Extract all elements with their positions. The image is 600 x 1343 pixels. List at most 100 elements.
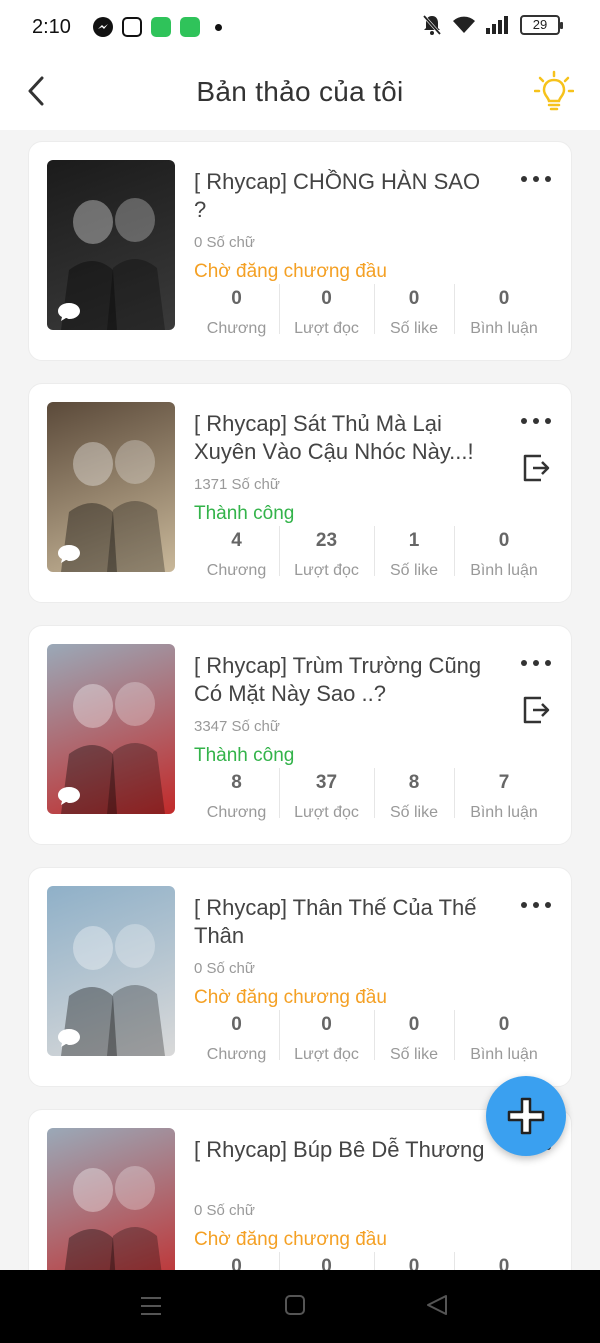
- stat-value: 1: [408, 530, 420, 551]
- stat-item: 0 Bình luận: [454, 284, 554, 340]
- stat-value: 37: [315, 772, 338, 793]
- draft-title[interactable]: [ Rhycap] Búp Bê Dễ Thương: [194, 1136, 494, 1164]
- cover-image[interactable]: [47, 886, 175, 1056]
- draft-title[interactable]: [ Rhycap] CHỒNG HÀN SAO ?: [194, 168, 494, 224]
- stat-value: 4: [231, 530, 242, 551]
- stat-value: 0: [408, 1014, 420, 1035]
- system-icons: 29: [422, 14, 563, 36]
- stat-item: 4 Chương: [194, 526, 279, 582]
- export-icon[interactable]: [521, 452, 551, 484]
- draft-card[interactable]: [ Rhycap] Sát Thủ Mà Lại Xuyên Vào Cậu N…: [28, 383, 572, 603]
- stat-label: Số like: [389, 1046, 439, 1063]
- draft-status: Thành công: [194, 503, 295, 524]
- chat-app-icon: [179, 17, 200, 37]
- stat-value: 0: [408, 288, 420, 309]
- draft-status: Chờ đăng chương đầu: [194, 987, 387, 1008]
- stat-value: 0: [498, 1256, 510, 1270]
- instagram-icon: [121, 17, 142, 37]
- stat-item: 0 Số like: [374, 1252, 454, 1270]
- draft-card[interactable]: [ Rhycap] CHỒNG HÀN SAO ? 0 Số chữ Chờ đ…: [28, 141, 572, 361]
- menu-icon[interactable]: [139, 1294, 163, 1318]
- chevron-left-icon[interactable]: [24, 74, 52, 108]
- battery-icon: 29: [520, 15, 563, 35]
- stat-label: Chương: [206, 1046, 267, 1063]
- stat-value: 8: [408, 772, 420, 793]
- stat-label: Số like: [389, 562, 439, 579]
- stat-value: 0: [498, 530, 510, 551]
- draft-stats: 4 Chương 23 Lượt đọc 1 Số like 0 Bình lu…: [194, 526, 554, 582]
- stat-value: 0: [408, 1256, 420, 1270]
- more-dots-icon[interactable]: [521, 418, 551, 428]
- stat-item: 1 Số like: [374, 526, 454, 582]
- cover-image[interactable]: [47, 402, 175, 572]
- stat-value: 0: [231, 1014, 242, 1035]
- lightbulb-icon[interactable]: [534, 70, 574, 112]
- more-notifications-icon: [214, 23, 222, 31]
- home-icon[interactable]: [284, 1294, 306, 1316]
- stat-item: 7 Bình luận: [454, 768, 554, 824]
- stat-label: Lượt đọc: [294, 804, 359, 821]
- comment-bubble-icon: [58, 545, 80, 563]
- cover-image[interactable]: [47, 1128, 175, 1270]
- wifi-icon: [453, 16, 475, 33]
- word-count: 0 Số chữ: [194, 1202, 255, 1219]
- more-dots-icon[interactable]: [521, 660, 551, 670]
- cover-image[interactable]: [47, 644, 175, 814]
- stat-item: 8 Chương: [194, 768, 279, 824]
- stat-label: Bình luận: [470, 562, 538, 579]
- stat-label: Số like: [389, 804, 439, 821]
- stat-item: 0 Bình luận: [454, 1010, 554, 1066]
- stat-label: Chương: [206, 320, 267, 337]
- status-bar: 2:10 29: [0, 0, 600, 54]
- status-time: 2:10: [32, 15, 71, 38]
- stat-item: 0 Bình luận: [454, 526, 554, 582]
- draft-title[interactable]: [ Rhycap] Trùm Trường Cũng Có Mặt Này Sa…: [194, 652, 494, 708]
- draft-status: Chờ đăng chương đầu: [194, 261, 387, 282]
- stat-label: Bình luận: [470, 804, 538, 821]
- app-header: Bản thảo của tôi: [0, 54, 600, 130]
- system-nav-bar: [0, 1270, 600, 1343]
- stat-value: 7: [498, 772, 510, 793]
- stat-item: 37 Lượt đọc: [279, 768, 374, 824]
- stat-value: 8: [231, 772, 242, 793]
- draft-stats: 0 Chương 0 Lượt đọc 0 Số like 0 Bình luậ…: [194, 1252, 554, 1270]
- stat-value: 0: [321, 1256, 332, 1270]
- export-icon[interactable]: [521, 694, 551, 726]
- draft-title[interactable]: [ Rhycap] Thân Thế Của Thế Thân: [194, 894, 494, 950]
- add-draft-button[interactable]: [486, 1076, 566, 1156]
- mute-icon: [422, 15, 442, 35]
- stat-item: 8 Số like: [374, 768, 454, 824]
- stat-item: 0 Số like: [374, 1010, 454, 1066]
- draft-stats: 0 Chương 0 Lượt đọc 0 Số like 0 Bình luậ…: [194, 284, 554, 340]
- word-count: 1371 Số chữ: [194, 476, 280, 493]
- word-count: 0 Số chữ: [194, 234, 255, 251]
- back-nav-icon[interactable]: [426, 1294, 448, 1316]
- draft-card[interactable]: [ Rhycap] Thân Thế Của Thế Thân 0 Số chữ…: [28, 867, 572, 1087]
- page-title: Bản thảo của tôi: [196, 76, 404, 107]
- comment-bubble-icon: [58, 303, 80, 321]
- stat-item: 0 Lượt đọc: [279, 284, 374, 340]
- comment-bubble-icon: [58, 787, 80, 805]
- stat-item: 23 Lượt đọc: [279, 526, 374, 582]
- more-dots-icon[interactable]: [521, 902, 551, 912]
- cover-image[interactable]: [47, 160, 175, 330]
- plus-icon: [507, 1097, 545, 1135]
- more-dots-icon[interactable]: [521, 176, 551, 186]
- stat-item: 0 Số like: [374, 284, 454, 340]
- stat-value: 0: [231, 288, 242, 309]
- stat-label: Số like: [389, 320, 439, 337]
- stat-label: Chương: [206, 562, 267, 579]
- stat-value: 0: [321, 288, 332, 309]
- stat-label: Bình luận: [470, 1046, 538, 1063]
- draft-card[interactable]: [ Rhycap] Trùm Trường Cũng Có Mặt Này Sa…: [28, 625, 572, 845]
- draft-status: Chờ đăng chương đầu: [194, 1229, 387, 1250]
- stat-label: Lượt đọc: [294, 562, 359, 579]
- stat-value: 0: [321, 1014, 332, 1035]
- stat-item: 0 Lượt đọc: [279, 1252, 374, 1270]
- stat-item: 0 Chương: [194, 284, 279, 340]
- signal-icon: [486, 16, 508, 34]
- word-count: 0 Số chữ: [194, 960, 255, 977]
- stat-value: 0: [498, 288, 510, 309]
- stat-value: 0: [231, 1256, 242, 1270]
- draft-title[interactable]: [ Rhycap] Sát Thủ Mà Lại Xuyên Vào Cậu N…: [194, 410, 494, 466]
